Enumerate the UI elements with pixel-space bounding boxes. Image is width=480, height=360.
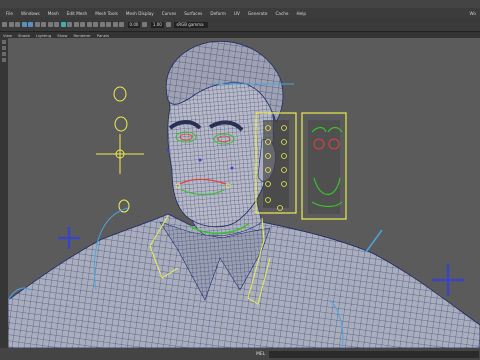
ao-icon[interactable] bbox=[54, 22, 59, 27]
lasso-tool-icon[interactable] bbox=[2, 46, 6, 50]
light-icon[interactable] bbox=[41, 22, 46, 27]
right-arm-rig-line[interactable] bbox=[365, 229, 383, 253]
smooth-shade-icon[interactable] bbox=[28, 22, 33, 27]
gate-mask-icon[interactable] bbox=[86, 22, 92, 27]
menu-mesh[interactable]: Mesh bbox=[44, 11, 63, 16]
head-float-control-mid[interactable] bbox=[114, 116, 128, 132]
cheek-control[interactable] bbox=[230, 166, 234, 170]
right-cross-control[interactable] bbox=[432, 264, 464, 296]
menu-deform[interactable]: Deform bbox=[206, 11, 230, 16]
move-tool-icon[interactable] bbox=[2, 58, 6, 62]
resolution-gate-icon[interactable] bbox=[80, 22, 85, 27]
view-transform-field[interactable]: sRGB gamma bbox=[174, 21, 209, 28]
panel-menu-renderer[interactable]: Renderer bbox=[71, 33, 94, 38]
head-float-cross-control[interactable] bbox=[96, 134, 144, 174]
panel-toolbar: 0.00 1.00 sRGB gamma bbox=[0, 18, 480, 32]
script-language-label[interactable]: MEL bbox=[256, 352, 265, 357]
tool-box bbox=[0, 38, 8, 348]
command-line-bar: MEL bbox=[0, 348, 480, 360]
menu-generate[interactable]: Generate bbox=[244, 11, 272, 16]
wireframe-icon[interactable] bbox=[21, 22, 27, 27]
panel-menu-panels[interactable]: Panels bbox=[94, 33, 112, 38]
title-bar bbox=[0, 0, 480, 8]
exposure-field[interactable]: 0.00 bbox=[127, 21, 141, 28]
shadow-icon[interactable] bbox=[47, 22, 53, 27]
menu-help[interactable]: Help bbox=[292, 11, 310, 16]
panel-menu-shade[interactable]: Shade bbox=[15, 33, 33, 38]
menu-mesh-display[interactable]: Mesh Display bbox=[122, 11, 158, 16]
workspace-label[interactable]: Wo bbox=[470, 11, 480, 16]
nose-control[interactable] bbox=[198, 158, 202, 162]
exposure-icon[interactable] bbox=[119, 22, 124, 27]
panel-menu-view[interactable]: View bbox=[0, 33, 15, 38]
select-tool-icon[interactable] bbox=[2, 40, 6, 44]
camera-icon[interactable] bbox=[2, 22, 7, 27]
paint-select-icon[interactable] bbox=[2, 52, 6, 56]
grid-icon[interactable] bbox=[73, 22, 79, 27]
menu-edit-mesh[interactable]: Edit Mesh bbox=[63, 11, 91, 16]
bookmark-icon[interactable] bbox=[15, 22, 20, 27]
isolate-icon[interactable] bbox=[60, 22, 66, 27]
lock-camera-icon[interactable] bbox=[8, 22, 14, 27]
panel-menu-lighting[interactable]: Lighting bbox=[33, 33, 54, 38]
menu-surfaces[interactable]: Surfaces bbox=[180, 11, 206, 16]
menu-uv[interactable]: UV bbox=[230, 11, 244, 16]
color-management-icon[interactable] bbox=[165, 22, 171, 27]
field-chart-icon[interactable] bbox=[93, 22, 98, 27]
head-float-control-top[interactable] bbox=[113, 86, 127, 102]
menu-curves[interactable]: Curves bbox=[158, 11, 181, 16]
safe-title-icon[interactable] bbox=[106, 22, 111, 27]
menu-cache[interactable]: Cache bbox=[271, 11, 292, 16]
3d-viewport[interactable] bbox=[8, 38, 480, 348]
texture-icon[interactable] bbox=[34, 22, 40, 27]
film-gate-icon[interactable] bbox=[112, 22, 118, 27]
viewport-scene bbox=[8, 40, 480, 348]
menu-bar: File Windows Mesh Edit Mesh Mesh Tools M… bbox=[0, 8, 480, 18]
left-cross-control[interactable] bbox=[58, 227, 80, 249]
command-line-input[interactable] bbox=[269, 350, 480, 358]
panel-menu-show[interactable]: Show bbox=[54, 33, 70, 38]
gamma-icon[interactable] bbox=[142, 22, 148, 27]
safe-action-icon[interactable] bbox=[99, 22, 105, 27]
xray-icon[interactable] bbox=[67, 22, 72, 27]
menu-file[interactable]: File bbox=[2, 11, 17, 16]
menu-windows[interactable]: Windows bbox=[17, 11, 44, 16]
gamma-field[interactable]: 1.00 bbox=[150, 21, 164, 28]
menu-mesh-tools[interactable]: Mesh Tools bbox=[91, 11, 122, 16]
cheek-left-control[interactable] bbox=[166, 148, 170, 152]
